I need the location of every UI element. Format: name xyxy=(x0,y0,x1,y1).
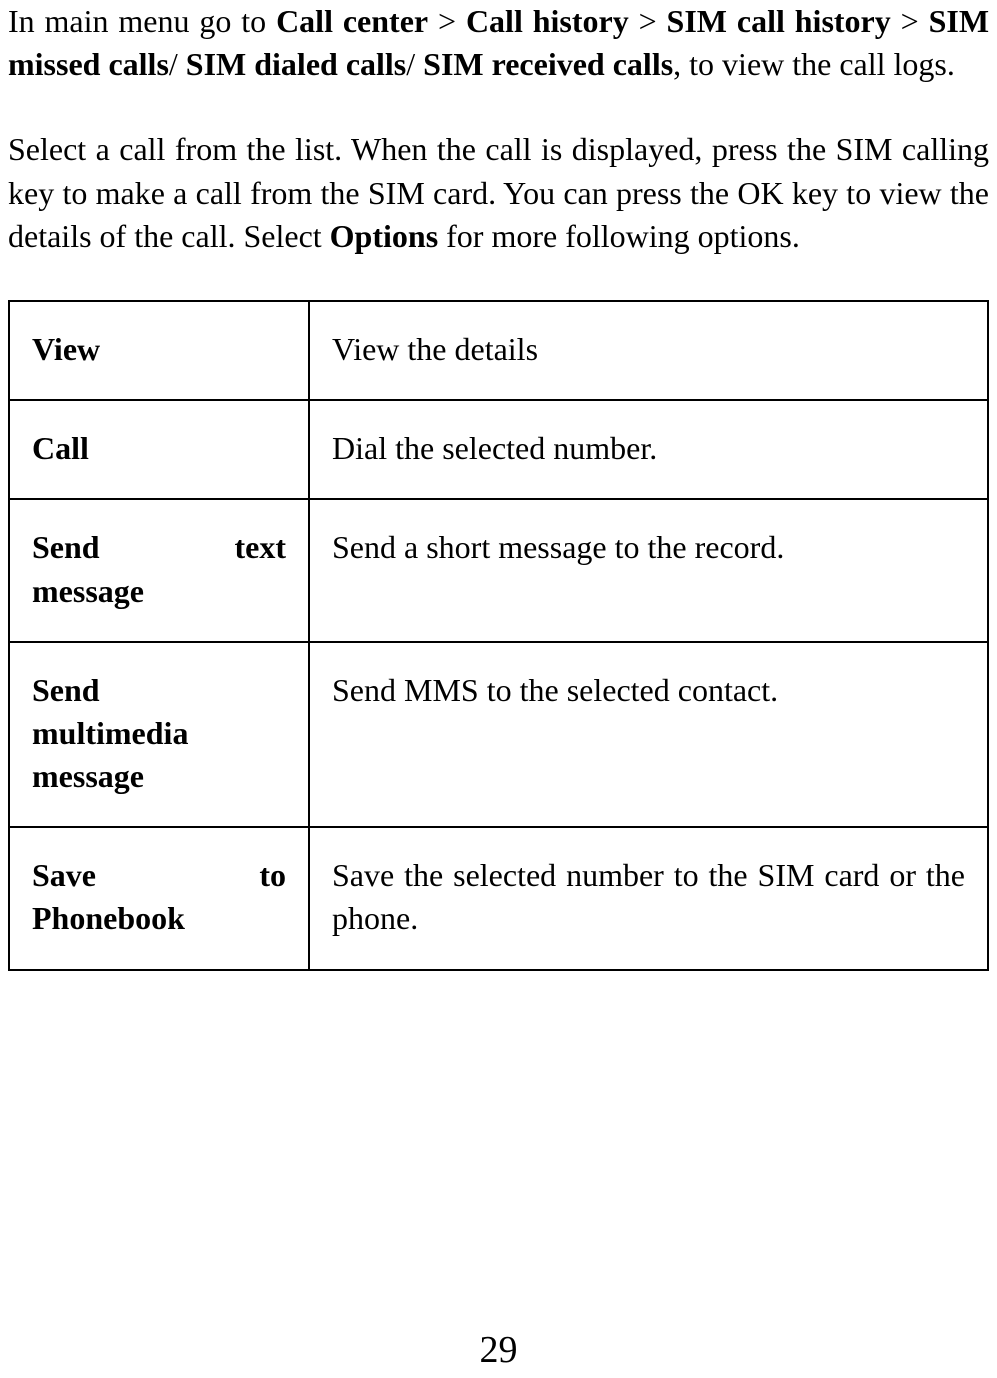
option-name-view: View xyxy=(9,301,309,400)
text: , to view the call logs. xyxy=(673,46,955,82)
line: Send xyxy=(32,669,286,712)
line: message xyxy=(32,755,286,798)
option-desc-save-phonebook: Save the selected number to the SIM card… xyxy=(309,827,988,969)
option-desc-send-text: Send a short message to the record. xyxy=(309,499,988,641)
page-number: 29 xyxy=(0,1325,997,1376)
table-row: Call Dial the selected number. xyxy=(9,400,988,499)
table-row: Save to Phonebook Save the selected numb… xyxy=(9,827,988,969)
menu-call-center: Call center xyxy=(276,3,428,39)
sep: > xyxy=(428,3,466,39)
option-desc-call: Dial the selected number. xyxy=(309,400,988,499)
menu-sim-call-history: SIM call history xyxy=(667,3,891,39)
paragraph-navigation: In main menu go to Call center > Call hi… xyxy=(8,0,989,86)
line: Send text xyxy=(32,526,286,569)
text: for more following options. xyxy=(438,218,800,254)
options-table: View View the details Call Dial the sele… xyxy=(8,300,989,971)
option-desc-view: View the details xyxy=(309,301,988,400)
table-row: Send text message Send a short message t… xyxy=(9,499,988,641)
line: multimedia xyxy=(32,712,286,755)
table-row: Send multimedia message Send MMS to the … xyxy=(9,642,988,828)
text: In main menu go to xyxy=(8,3,276,39)
menu-sim-dialed: SIM dialed calls xyxy=(186,46,406,82)
table-row: View View the details xyxy=(9,301,988,400)
menu-sim-received: SIM received calls xyxy=(423,46,673,82)
menu-call-history: Call history xyxy=(466,3,629,39)
line: Phonebook xyxy=(32,897,286,940)
options-label: Options xyxy=(330,218,438,254)
option-desc-send-mms: Send MMS to the selected contact. xyxy=(309,642,988,828)
sep: > xyxy=(891,3,929,39)
option-name-call: Call xyxy=(9,400,309,499)
option-name-send-mms: Send multimedia message xyxy=(9,642,309,828)
line: message xyxy=(32,570,286,613)
sep: / xyxy=(406,46,423,82)
option-name-save-phonebook: Save to Phonebook xyxy=(9,827,309,969)
sep: / xyxy=(169,46,186,82)
sep: > xyxy=(629,3,667,39)
line: Save to xyxy=(32,854,286,897)
paragraph-instructions: Select a call from the list. When the ca… xyxy=(8,128,989,258)
option-name-send-text: Send text message xyxy=(9,499,309,641)
